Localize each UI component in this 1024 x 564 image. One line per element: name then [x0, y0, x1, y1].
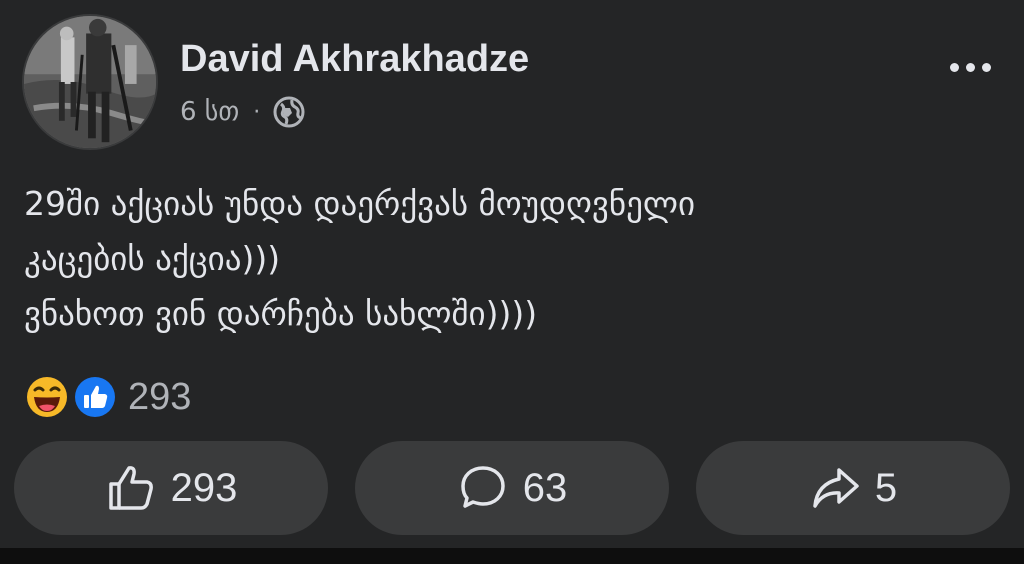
post-meta: 6 სთ · [180, 92, 306, 132]
meta-separator: · [253, 99, 261, 125]
post-text-line: კაცების აქცია))) [24, 239, 281, 278]
like-count: 293 [170, 465, 238, 510]
globe-icon[interactable] [272, 95, 306, 129]
author-name[interactable]: David Akhrakhadze [180, 38, 529, 81]
post-timestamp[interactable]: 6 სთ [180, 97, 239, 127]
share-count: 5 [874, 465, 898, 510]
more-options-icon[interactable] [940, 50, 1000, 84]
avatar-photo [24, 16, 156, 148]
haha-reaction-icon [25, 375, 69, 419]
like-reaction-icon [73, 375, 117, 419]
avatar[interactable] [22, 14, 158, 150]
thumbs-up-icon [108, 466, 153, 510]
reactions-summary[interactable]: 293 [24, 374, 191, 420]
comment-count: 63 [522, 465, 568, 510]
facebook-post: David Akhrakhadze 6 სთ · 29ში აქციას უნდ… [0, 0, 1024, 564]
reaction-count: 293 [128, 375, 192, 418]
share-arrow-icon [813, 468, 859, 508]
comment-button[interactable]: 63 [355, 441, 669, 535]
post-text: 29ში აქციას უნდა დაერქვას მოუდღვნელი კაც… [24, 176, 1014, 341]
post-text-line: 29ში აქციას უნდა დაერქვას მოუდღვნელი [24, 184, 696, 223]
share-button[interactable]: 5 [696, 441, 1010, 535]
comment-bubble-icon [461, 466, 505, 508]
post-text-line: ვნახოთ ვინ დარჩება სახლში)))) [24, 294, 538, 333]
bottom-divider [0, 548, 1024, 564]
like-button[interactable]: 293 [14, 441, 328, 535]
